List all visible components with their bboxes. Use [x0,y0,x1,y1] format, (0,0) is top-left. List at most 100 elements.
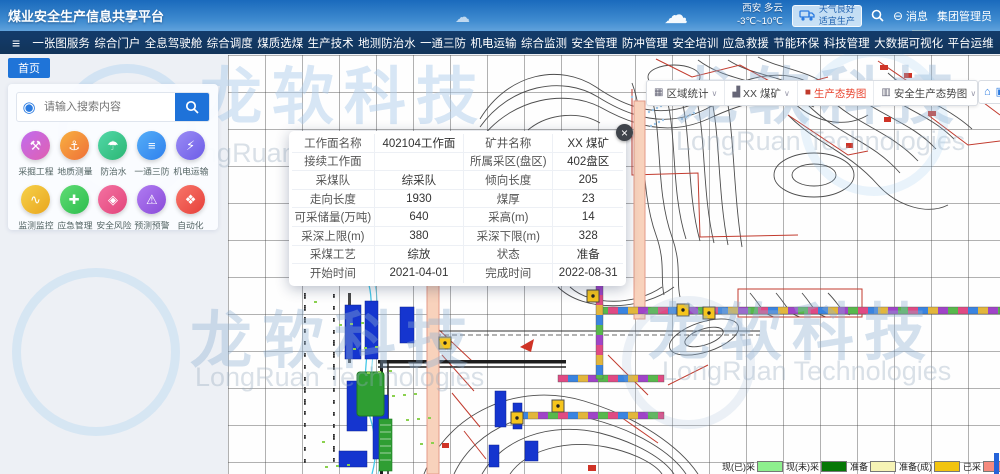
nav-item-8[interactable]: 一通三防 [420,35,466,51]
popup-field-value: 328 [553,227,623,246]
popup-field-value: 综采队 [375,171,464,190]
hamburger-menu-icon[interactable]: ≡ [0,36,30,50]
plug-icon: ⚡ [176,131,205,160]
toolbar-mine-select[interactable]: ▟XX 煤矿∨ [724,81,797,105]
chevron-down-icon: ∨ [711,89,717,98]
popup-field-label: 走向长度 [292,190,375,209]
toolbar-safety-map[interactable]: ▥安全生产态势图∨ [873,81,978,105]
app-shortcut-plug[interactable]: ⚡ 机电运输 [171,131,210,178]
nav-item-5[interactable]: 煤质选煤 [257,35,303,51]
nav-item-3[interactable]: 全息驾驶舱 [145,35,203,51]
nav-item-13[interactable]: 安全培训 [672,35,718,51]
nav-items: 一张图服务综合门户全息驾驶舱综合调度煤质选煤生产技术地测防治水一通三防机电运输综… [30,35,1000,51]
scrollbar-thumb[interactable] [994,453,999,474]
nav-item-1[interactable]: 一张图服务 [32,35,90,51]
popup-field-label: 采深下限(m) [464,227,553,246]
app-shortcut-label: 应急管理 [57,218,91,231]
popup-field-value: 23 [553,190,623,209]
popup-field-label: 可采储量(万吨) [292,208,375,227]
home-icon[interactable]: ⌂ [984,87,991,98]
nav-item-7[interactable]: 地测防治水 [358,35,416,51]
nav-item-11[interactable]: 安全管理 [571,35,617,51]
first-aid-icon: ✚ [60,185,89,214]
app-shortcut-label: 地质测量 [57,164,91,177]
map-legend: 现(已)采现(未)采准备准备(成)已采 [722,460,1000,473]
app-shortcut-monitor-chart[interactable]: ∿监测监控 [16,185,55,232]
legend-item: 准备(成) [899,460,960,473]
legend-item: 现(未)采 [786,460,847,473]
weather-temp: -3℃~10℃ [737,16,783,28]
title-bar: 煤业安全生产信息共享平台 西安 多云 -3℃~10℃ 天气良好 适宜生产 [0,0,1000,31]
legend-swatch [870,461,896,472]
pick-icon: ⚒ [30,139,42,152]
main-nav: ≡ 一张图服务综合门户全息驾驶舱综合调度煤质选煤生产技术地测防治水一通三防机电运… [0,31,1000,54]
search-input[interactable] [41,93,175,121]
nav-item-6[interactable]: 生产技术 [308,35,354,51]
nav-item-14[interactable]: 应急救援 [723,35,769,51]
page-title: 煤业安全生产信息共享平台 [8,6,164,25]
user-account-label[interactable]: 集团管理员 [937,8,992,24]
nav-item-17[interactable]: 大数据可视化 [874,35,943,51]
popup-field-label: 采高(m) [464,208,553,227]
popup-field-label: 采煤工艺 [292,246,375,265]
app-shortcut-umbrella[interactable]: ☂ 防治水 [94,131,133,178]
weather-status-line1: 天气良好 [819,4,855,15]
sliders-icon: ≡ [137,131,166,160]
anchor-icon: ⚓ [68,139,80,152]
app-shortcut-first-aid[interactable]: ✚ 应急管理 [55,185,94,232]
popup-field-label: 状态 [464,246,553,265]
app-shortcut-label: 防治水 [96,164,130,177]
warning-icon: ⚠ [137,185,166,214]
popup-field-value: 2022-08-31 [553,264,623,283]
popup-field-label: 开始时间 [292,264,375,283]
toolbar-region-stats[interactable]: ▦区域统计∨ [647,81,724,105]
mine-select-icon: ▟ [732,88,740,98]
pick-icon: ⚒ [21,131,50,160]
popup-field-label: 采煤队 [292,171,375,190]
logo-circle-watermark [12,268,180,436]
popup-field-label: 矿井名称 [464,134,553,153]
window-icon[interactable]: ▣ [996,87,1000,98]
toolbar-production-map[interactable]: ■生产态势图 [797,81,874,105]
search-icon[interactable] [871,9,884,22]
gem-icon: ◈ [98,185,127,214]
nav-item-12[interactable]: 防冲管理 [622,35,668,51]
app-shortcut-gem[interactable]: ◈安全风险 [94,185,133,232]
nav-item-18[interactable]: 平台运维 [948,35,994,51]
warning-icon: ⚠ [146,193,158,206]
messages-button[interactable]: ⊖ 消息 [893,8,928,24]
nav-item-16[interactable]: 科技管理 [824,35,870,51]
popup-field-label: 接续工作面 [292,153,375,172]
legend-item: 准备 [850,460,896,473]
app-shortcut-automation[interactable]: ❖自动化 [171,185,210,232]
close-icon[interactable]: × [616,124,633,141]
nav-item-4[interactable]: 综合调度 [207,35,253,51]
map-toolbar: ▦区域统计∨▟XX 煤矿∨■生产态势图▥安全生产态势图∨▣工具∨ [646,80,978,106]
gem-icon: ◈ [108,193,118,206]
weather-status-card: 天气良好 适宜生产 [792,5,862,27]
legend-label: 现(未)采 [786,460,819,473]
nav-item-10[interactable]: 综合监测 [521,35,567,51]
app-shortcut-sliders[interactable]: ≡一通三防 [132,131,171,178]
legend-item: 现(已)采 [722,460,783,473]
nav-item-2[interactable]: 综合门户 [94,35,140,51]
tab-home[interactable]: 首页 [8,58,50,78]
toolbar-label: 安全生产态势图 [894,86,968,101]
app-shortcut-warning[interactable]: ⚠预测预警 [132,185,171,232]
toolbar-label: 区域统计 [666,86,708,101]
app-shortcut-anchor[interactable]: ⚓ 地质测量 [55,131,94,178]
search-bar: ◉ [16,92,210,122]
toolbar-label: 生产态势图 [814,86,867,101]
search-button[interactable] [175,93,209,121]
legend-label: 现(已)采 [722,460,755,473]
app-shortcut-label: 自动化 [174,218,208,231]
popup-field-value: 准备 [553,246,623,265]
nav-item-15[interactable]: 节能环保 [773,35,819,51]
app-shortcut-pick[interactable]: ⚒采掘工程 [16,131,55,178]
popup-field-value: 205 [553,171,623,190]
umbrella-icon: ☂ [107,139,119,152]
app-shortcut-label: 机电运输 [174,164,208,177]
popup-field-label: 倾向长度 [464,171,553,190]
production-map-icon: ■ [805,88,811,98]
nav-item-9[interactable]: 机电运输 [471,35,517,51]
